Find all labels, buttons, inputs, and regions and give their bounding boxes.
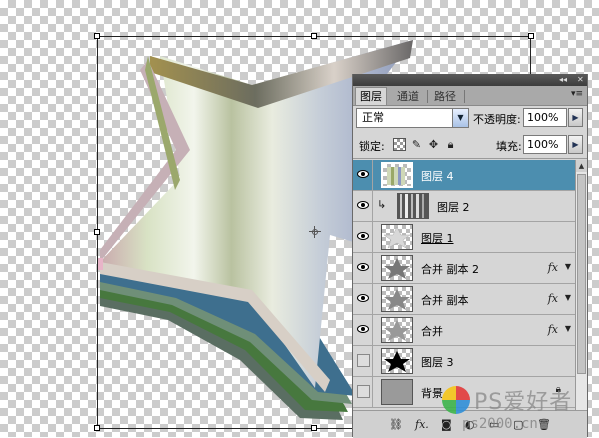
layer-effects-icon[interactable]: fx (548, 292, 558, 305)
visibility-toggle[interactable] (353, 315, 373, 345)
layer-row-merged-copy2[interactable]: 合并 副本 2 fx ▼ (353, 253, 575, 284)
layer-effects-icon[interactable]: fx (548, 261, 558, 274)
transform-handle-top-left[interactable] (94, 33, 100, 39)
watermark-url: ps2000.cn (462, 416, 538, 432)
layer-thumbnail (381, 255, 413, 281)
visibility-toggle[interactable] (353, 222, 373, 252)
visibility-toggle[interactable] (353, 377, 373, 407)
opacity-input[interactable]: 100% (523, 108, 567, 127)
link-layers-icon[interactable]: ⛓ (389, 418, 403, 431)
layers-panel: ◂◂ ✕ 图层 通道 路径 ▾≡ 正常 ▼ 不透明度: 100% ▶ 锁定: ✎… (352, 74, 588, 438)
eye-icon (357, 170, 369, 178)
watermark: PS爱好者 ps2000.cn (442, 384, 599, 437)
scrollbar-thumb[interactable] (577, 174, 586, 374)
opacity-label: 不透明度: (473, 113, 521, 126)
transform-handle-top-right[interactable] (528, 33, 534, 39)
layer-row-layer4[interactable]: 图层 4 (353, 160, 575, 191)
layer-row-merged-copy[interactable]: 合并 副本 fx ▼ (353, 284, 575, 315)
layer-thumbnail (381, 317, 413, 343)
visibility-toggle[interactable] (353, 346, 373, 376)
layer-name: 图层 1 (421, 232, 454, 245)
hidden-eye-icon (357, 385, 370, 398)
layer-thumbnail (381, 379, 413, 405)
layer-row-layer3[interactable]: 图层 3 (353, 346, 575, 377)
scroll-up-icon[interactable]: ▲ (576, 160, 587, 172)
layer-row-layer1[interactable]: 图层 1 (353, 222, 575, 253)
transform-reference-point[interactable] (309, 226, 321, 238)
layer-name: 合并 副本 (421, 294, 469, 307)
fill-input[interactable]: 100% (523, 135, 567, 154)
visibility-toggle[interactable] (353, 191, 373, 221)
opacity-slider-arrow-icon[interactable]: ▶ (568, 108, 583, 127)
add-layer-style-icon[interactable]: fx. (415, 418, 429, 431)
visibility-toggle[interactable] (353, 284, 373, 314)
layer-name: 合并 (421, 325, 443, 338)
layer-thumbnail (381, 224, 413, 250)
expand-effects-icon[interactable]: ▼ (565, 262, 571, 271)
close-panel-icon[interactable]: ✕ (577, 75, 584, 85)
eye-icon (357, 201, 369, 209)
fill-slider-arrow-icon[interactable]: ▶ (568, 135, 583, 154)
layer-thumbnail (381, 286, 413, 312)
panel-menu-icon[interactable]: ▾≡ (571, 89, 583, 99)
blend-mode-value: 正常 (362, 111, 384, 124)
watermark-logo-icon (442, 386, 470, 414)
visibility-toggle[interactable] (353, 160, 373, 190)
lock-position-icon[interactable]: ✥ (427, 138, 440, 151)
eye-icon (357, 232, 369, 240)
transform-handle-bottom-middle[interactable] (311, 425, 317, 431)
tab-channels[interactable]: 通道 (393, 88, 423, 105)
expand-effects-icon[interactable]: ▼ (565, 293, 571, 302)
fill-label: 填充: (496, 140, 522, 153)
layer-name: 合并 副本 2 (421, 263, 479, 276)
tab-divider (464, 90, 465, 103)
layer-effects-icon[interactable]: fx (548, 323, 558, 336)
lock-transparent-pixels-icon[interactable] (393, 138, 406, 151)
eye-icon (357, 325, 369, 333)
lock-label: 锁定: (359, 140, 385, 153)
layer-name: 背景 (421, 387, 443, 400)
layer-thumbnail (397, 193, 429, 219)
lock-image-pixels-icon[interactable]: ✎ (410, 138, 423, 151)
layer-row-layer2[interactable]: ↳ 图层 2 (353, 191, 575, 222)
layer-name: 图层 4 (421, 170, 454, 183)
lock-all-icon[interactable]: 🔒︎ (444, 138, 457, 151)
transform-handle-middle-left[interactable] (94, 229, 100, 235)
layer-thumbnail (381, 348, 413, 374)
panel-tabs: 图层 通道 路径 ▾≡ (353, 86, 587, 106)
eye-icon (357, 294, 369, 302)
layer-name: 图层 2 (437, 201, 470, 214)
transform-handle-top-middle[interactable] (311, 33, 317, 39)
hidden-eye-icon (357, 354, 370, 367)
expand-effects-icon[interactable]: ▼ (565, 324, 571, 333)
layer-name: 图层 3 (421, 356, 454, 369)
collapse-panel-icon[interactable]: ◂◂ (559, 75, 567, 85)
divider (353, 158, 587, 159)
visibility-toggle[interactable] (353, 253, 373, 283)
chevron-down-icon[interactable]: ▼ (452, 109, 468, 127)
watermark-brand: PS爱好者 (474, 390, 573, 415)
clipping-mask-arrow-icon: ↳ (377, 198, 387, 211)
blend-mode-select[interactable]: 正常 ▼ (356, 108, 469, 128)
layers-scrollbar[interactable]: ▲ (575, 160, 587, 416)
eye-icon (357, 263, 369, 271)
layer-row-merged[interactable]: 合并 fx ▼ (353, 315, 575, 346)
transform-handle-bottom-left[interactable] (94, 425, 100, 431)
layer-thumbnail (381, 162, 413, 188)
panel-titlebar[interactable]: ◂◂ ✕ (353, 74, 587, 86)
tab-layers[interactable]: 图层 (355, 87, 387, 105)
tab-divider (427, 90, 428, 103)
tab-paths[interactable]: 路径 (430, 88, 460, 105)
